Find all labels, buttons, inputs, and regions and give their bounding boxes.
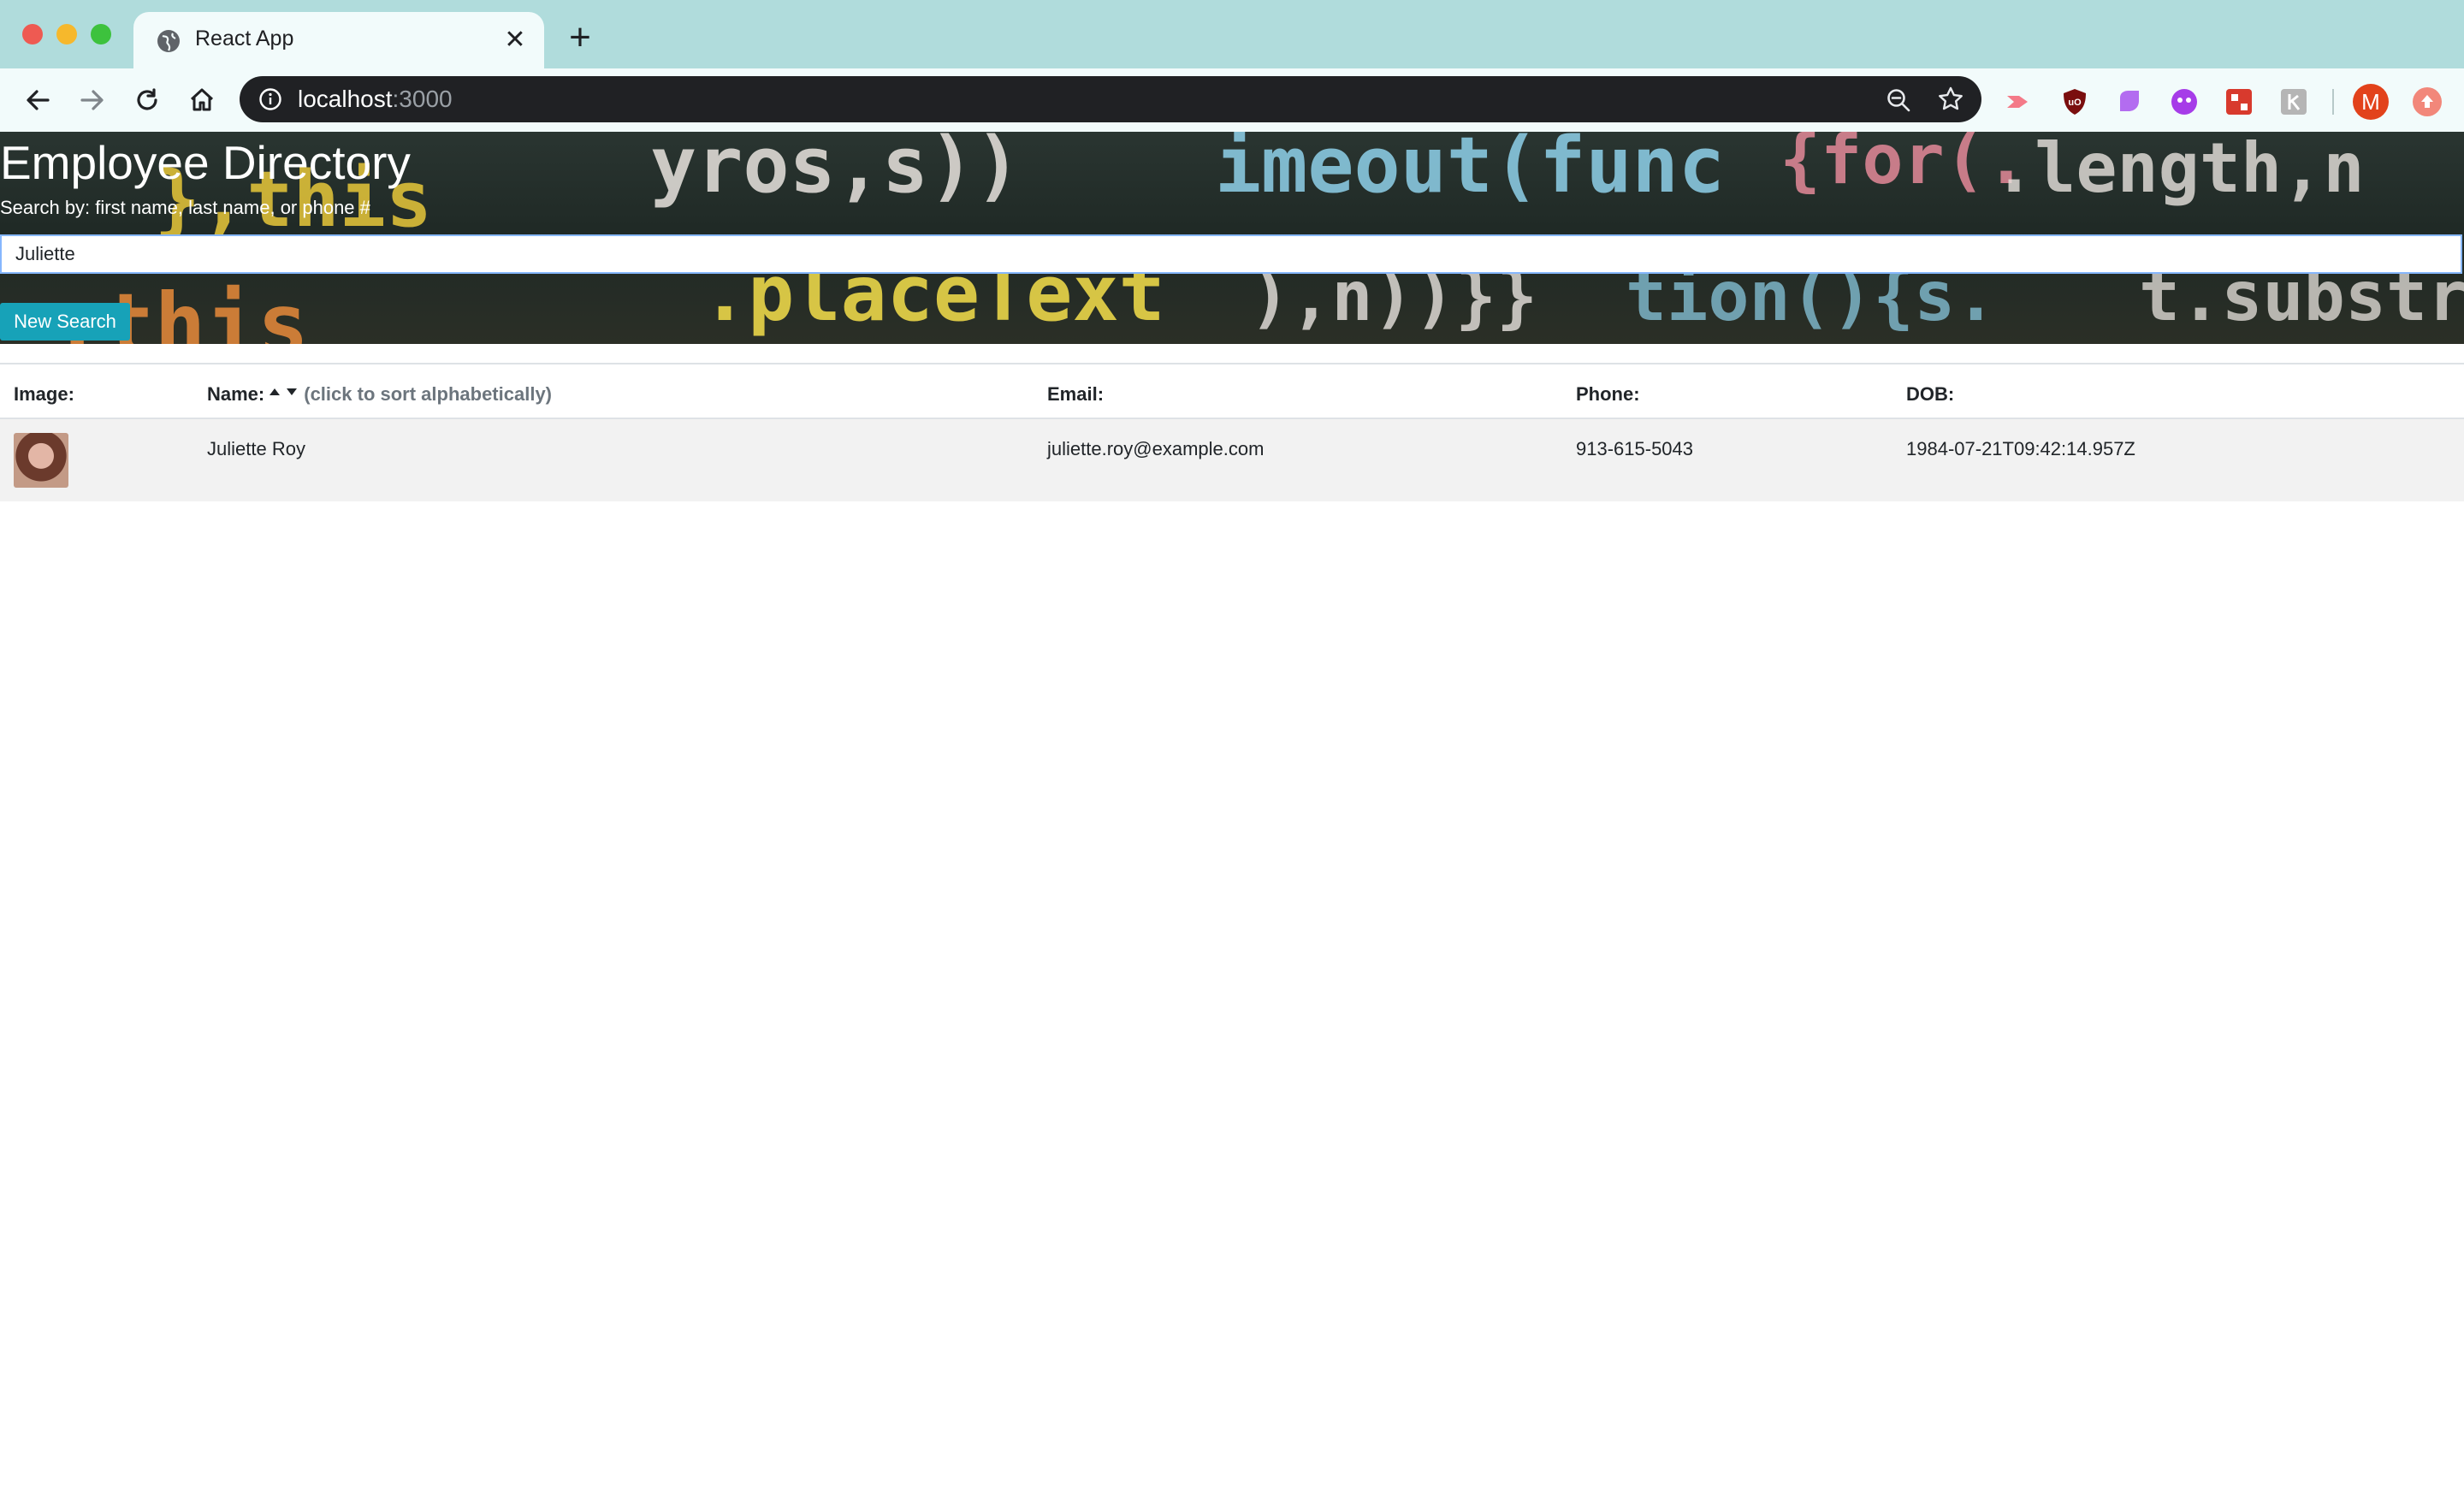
column-header-image: Image: [14, 383, 74, 405]
sort-descending-icon[interactable] [287, 388, 298, 396]
profile-avatar[interactable]: M [2353, 84, 2389, 120]
extension-cast-icon[interactable] [2004, 87, 2033, 116]
svg-text:uO: uO [2068, 98, 2082, 108]
extension-face-icon[interactable] [2170, 87, 2199, 116]
svg-text:.length,n: .length,n [1993, 132, 2364, 208]
browser-tab[interactable]: React App ✕ [133, 12, 544, 68]
info-icon[interactable] [258, 87, 282, 111]
svg-text:{for(.: {for(. [1780, 132, 2027, 199]
update-icon[interactable] [2413, 87, 2442, 116]
extension-gray-icon[interactable] [2279, 87, 2308, 116]
address-bar[interactable]: localhost:3000 [240, 76, 1981, 122]
address-url: localhost:3000 [298, 86, 453, 112]
employee-dob: 1984-07-21T09:42:14.957Z [1906, 438, 2135, 459]
browser-tabstrip: React App ✕ + [0, 0, 2464, 68]
sort-hint: (click to sort alphabetically) [304, 383, 552, 405]
forward-arrow-icon[interactable] [75, 83, 110, 117]
browser-toolbar: localhost:3000 uO M [0, 68, 2464, 133]
arrow-up-icon [2421, 95, 2433, 108]
column-header-name-label: Name: [207, 383, 265, 405]
zoom-out-icon[interactable] [1886, 87, 1911, 113]
extension-purple-icon[interactable] [2115, 87, 2144, 116]
bookmark-star-icon[interactable] [1937, 86, 1964, 113]
svg-text:yros,s)): yros,s)) [650, 132, 1021, 210]
employee-name: Juliette Roy [207, 438, 305, 459]
new-tab-button[interactable]: + [561, 19, 599, 58]
header-banner: yros,s)) imeout(func {for(. .length,n },… [0, 132, 2464, 344]
search-input[interactable] [0, 234, 2462, 274]
close-window-button[interactable] [22, 24, 43, 44]
home-icon[interactable] [185, 83, 219, 117]
maximize-window-button[interactable] [91, 24, 111, 44]
svg-text:imeout(func: imeout(func [1215, 132, 1725, 210]
employee-phone: 913-615-5043 [1576, 438, 1694, 459]
back-arrow-icon[interactable] [21, 83, 55, 117]
column-header-phone: Phone: [1576, 383, 1640, 405]
extension-red-grid-icon[interactable] [2224, 87, 2254, 116]
employee-photo [14, 433, 68, 488]
toolbar-divider [2332, 89, 2334, 115]
table-row: Juliette Roy juliette.roy@example.com 91… [0, 419, 2464, 501]
ublock-origin-icon[interactable]: uO [2060, 87, 2089, 116]
column-header-email: Email: [1047, 383, 1105, 405]
minimize-window-button[interactable] [56, 24, 77, 44]
column-header-dob: DOB: [1906, 383, 1955, 405]
tab-title: React App [195, 27, 294, 50]
page-title: Employee Directory [0, 136, 411, 189]
employee-email: juliette.roy@example.com [1047, 438, 1265, 459]
search-instructions: Search by: first name, last name, or pho… [0, 197, 370, 218]
reload-icon[interactable] [130, 83, 164, 117]
table-header: Image: Name: (click to sort alphabeticall… [0, 363, 2464, 419]
sort-ascending-icon[interactable] [270, 388, 281, 396]
new-search-button[interactable]: New Search [0, 303, 130, 341]
globe-icon [157, 30, 180, 52]
column-header-name[interactable]: Name: (click to sort alphabetically) [207, 383, 552, 406]
close-tab-icon[interactable]: ✕ [500, 25, 530, 56]
